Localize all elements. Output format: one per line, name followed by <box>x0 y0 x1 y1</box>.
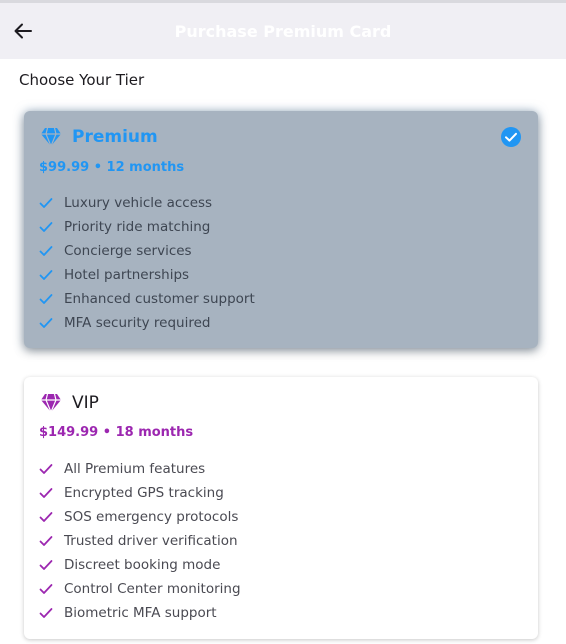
feature-item: Priority ride matching <box>39 215 255 239</box>
tier-card-premium[interactable]: Premium $99.99 • 12 months Luxury vehicl… <box>24 111 538 348</box>
feature-text: Control Center monitoring <box>64 581 241 597</box>
feature-item: Discreet booking mode <box>39 553 241 577</box>
feature-item: Enhanced customer support <box>39 287 255 311</box>
feature-item: Hotel partnerships <box>39 263 255 287</box>
tier-price: $149.99 • 18 months <box>39 425 194 440</box>
diamond-icon <box>40 393 62 413</box>
check-icon <box>39 268 55 282</box>
feature-text: Hotel partnerships <box>64 267 190 283</box>
tier-header: VIP <box>40 392 99 414</box>
tier-header: Premium <box>40 126 158 148</box>
feature-item: Trusted driver verification <box>39 529 241 553</box>
check-icon <box>39 534 55 548</box>
feature-list: Luxury vehicle access Priority ride matc… <box>39 191 255 335</box>
check-icon <box>39 510 55 524</box>
feature-text: Biometric MFA support <box>64 605 217 621</box>
feature-item: Control Center monitoring <box>39 577 241 601</box>
feature-item: Biometric MFA support <box>39 601 241 625</box>
feature-text: Concierge services <box>64 243 192 259</box>
feature-text: MFA security required <box>64 315 211 331</box>
feature-text: Trusted driver verification <box>64 533 238 549</box>
check-icon <box>39 582 55 596</box>
feature-item: SOS emergency protocols <box>39 505 241 529</box>
page-title: Purchase Premium Card <box>174 22 392 41</box>
feature-text: Discreet booking mode <box>64 557 221 573</box>
check-icon <box>39 558 55 572</box>
feature-text: Encrypted GPS tracking <box>64 485 224 501</box>
feature-item: Luxury vehicle access <box>39 191 255 215</box>
feature-text: Enhanced customer support <box>64 291 255 307</box>
check-icon <box>39 292 55 306</box>
feature-text: Luxury vehicle access <box>64 195 213 211</box>
tier-card-vip[interactable]: VIP $149.99 • 18 months All Premium feat… <box>24 377 538 639</box>
section-title: Choose Your Tier <box>19 71 145 89</box>
feature-item: All Premium features <box>39 457 241 481</box>
check-icon <box>39 606 55 620</box>
check-icon <box>39 462 55 476</box>
check-icon <box>39 196 55 210</box>
feature-text: SOS emergency protocols <box>64 509 239 525</box>
check-icon <box>39 486 55 500</box>
feature-text: All Premium features <box>64 461 206 477</box>
feature-item: Concierge services <box>39 239 255 263</box>
check-icon <box>39 316 55 330</box>
feature-list: All Premium features Encrypted GPS track… <box>39 457 241 625</box>
check-icon <box>39 244 55 258</box>
diamond-icon <box>40 127 62 147</box>
feature-text: Priority ride matching <box>64 219 211 235</box>
tier-name: Premium <box>72 127 158 147</box>
feature-item: Encrypted GPS tracking <box>39 481 241 505</box>
tier-price: $99.99 • 12 months <box>39 160 185 175</box>
app-bar: Purchase Premium Card <box>0 3 566 59</box>
check-circle-icon <box>500 126 522 148</box>
check-icon <box>39 220 55 234</box>
tier-name: VIP <box>72 393 99 413</box>
feature-item: MFA security required <box>39 311 255 335</box>
